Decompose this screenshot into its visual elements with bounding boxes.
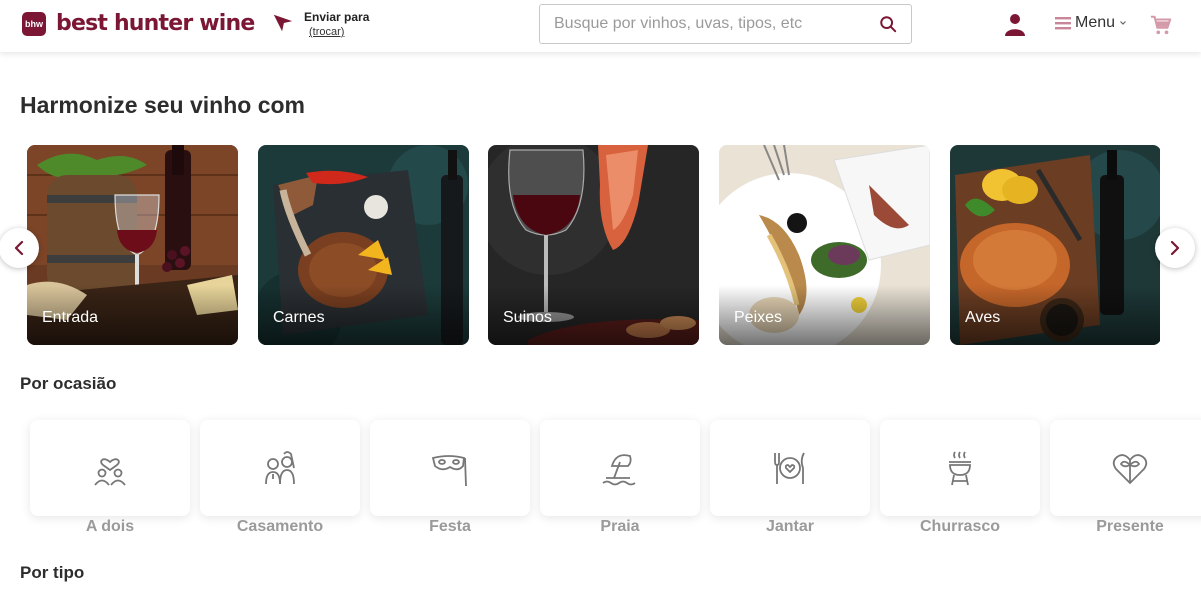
- occasion-card-festa[interactable]: [370, 420, 530, 516]
- pairing-card-label: Aves: [965, 309, 1001, 326]
- pairing-card-peixes[interactable]: Peixes: [719, 145, 930, 345]
- chevron-right-icon: [1170, 240, 1180, 256]
- carousel-prev-button[interactable]: [0, 228, 39, 268]
- beach-umbrella-icon: [602, 454, 636, 486]
- search-bar: [539, 4, 912, 44]
- occasion-label: Praia: [600, 518, 640, 535]
- occasion-label: Casamento: [236, 518, 324, 535]
- cart-icon[interactable]: [1150, 14, 1172, 36]
- menu-label: Menu: [1075, 14, 1116, 31]
- grill-icon: [949, 451, 971, 486]
- bride-groom-icon: [265, 451, 295, 485]
- ship-to[interactable]: Enviar para (trocar): [272, 10, 369, 38]
- pairing-card-label: Carnes: [273, 309, 325, 326]
- occasion-label: Churrasco: [919, 518, 1001, 535]
- dinner-plate-icon: [774, 452, 805, 484]
- couple-heart-icon: [94, 458, 126, 486]
- occasion-label: Presente: [1096, 518, 1164, 535]
- occasion-label: Jantar: [765, 518, 815, 535]
- pairing-card-aves[interactable]: Aves: [950, 145, 1161, 345]
- occasion-card-a-dois[interactable]: [30, 420, 190, 516]
- search-icon[interactable]: [879, 15, 897, 33]
- logo-badge: bhw: [22, 11, 46, 36]
- ship-to-label: Enviar para: [304, 10, 370, 24]
- gift-heart-icon: [1112, 454, 1148, 485]
- carousel-next-button[interactable]: [1155, 228, 1195, 268]
- occasion-card-praia[interactable]: [540, 420, 700, 516]
- occasion-title: Por ocasião: [20, 374, 117, 393]
- pairing-card-label: Suinos: [503, 309, 552, 326]
- hamburger-icon: [1055, 17, 1071, 30]
- change-location-link[interactable]: (trocar): [309, 26, 344, 38]
- pairing-card-label: Peixes: [734, 309, 783, 326]
- chevron-left-icon: [14, 240, 24, 256]
- occasion-card-casamento[interactable]: [200, 420, 360, 516]
- logo-text: best hunter wine: [56, 11, 255, 36]
- top-header: bhw best hunter wine Enviar para (trocar…: [0, 0, 1201, 52]
- type-title: Por tipo: [20, 563, 85, 582]
- pairing-card-entrada[interactable]: Entrada: [27, 145, 238, 345]
- occasion-card-churrasco[interactable]: [880, 420, 1040, 516]
- location-arrow-icon: [273, 14, 293, 32]
- pairing-title: Harmonize seu vinho com: [20, 92, 306, 118]
- occasion-card-presente[interactable]: [1050, 420, 1201, 516]
- occasion-card-jantar[interactable]: [710, 420, 870, 516]
- party-mask-icon: [431, 455, 467, 487]
- pairing-card-suinos[interactable]: Suinos: [488, 145, 699, 345]
- occasion-label: A dois: [85, 518, 135, 535]
- user-icon[interactable]: [1003, 12, 1027, 36]
- menu-button[interactable]: Menu: [1055, 14, 1127, 32]
- pairing-card-carnes[interactable]: Carnes: [258, 145, 469, 345]
- chevron-down-icon: [1120, 21, 1126, 25]
- site-logo[interactable]: bhw best hunter wine: [22, 11, 255, 36]
- search-input[interactable]: [554, 15, 879, 33]
- pairing-card-label: Entrada: [42, 309, 99, 326]
- occasion-label: Festa: [429, 518, 471, 535]
